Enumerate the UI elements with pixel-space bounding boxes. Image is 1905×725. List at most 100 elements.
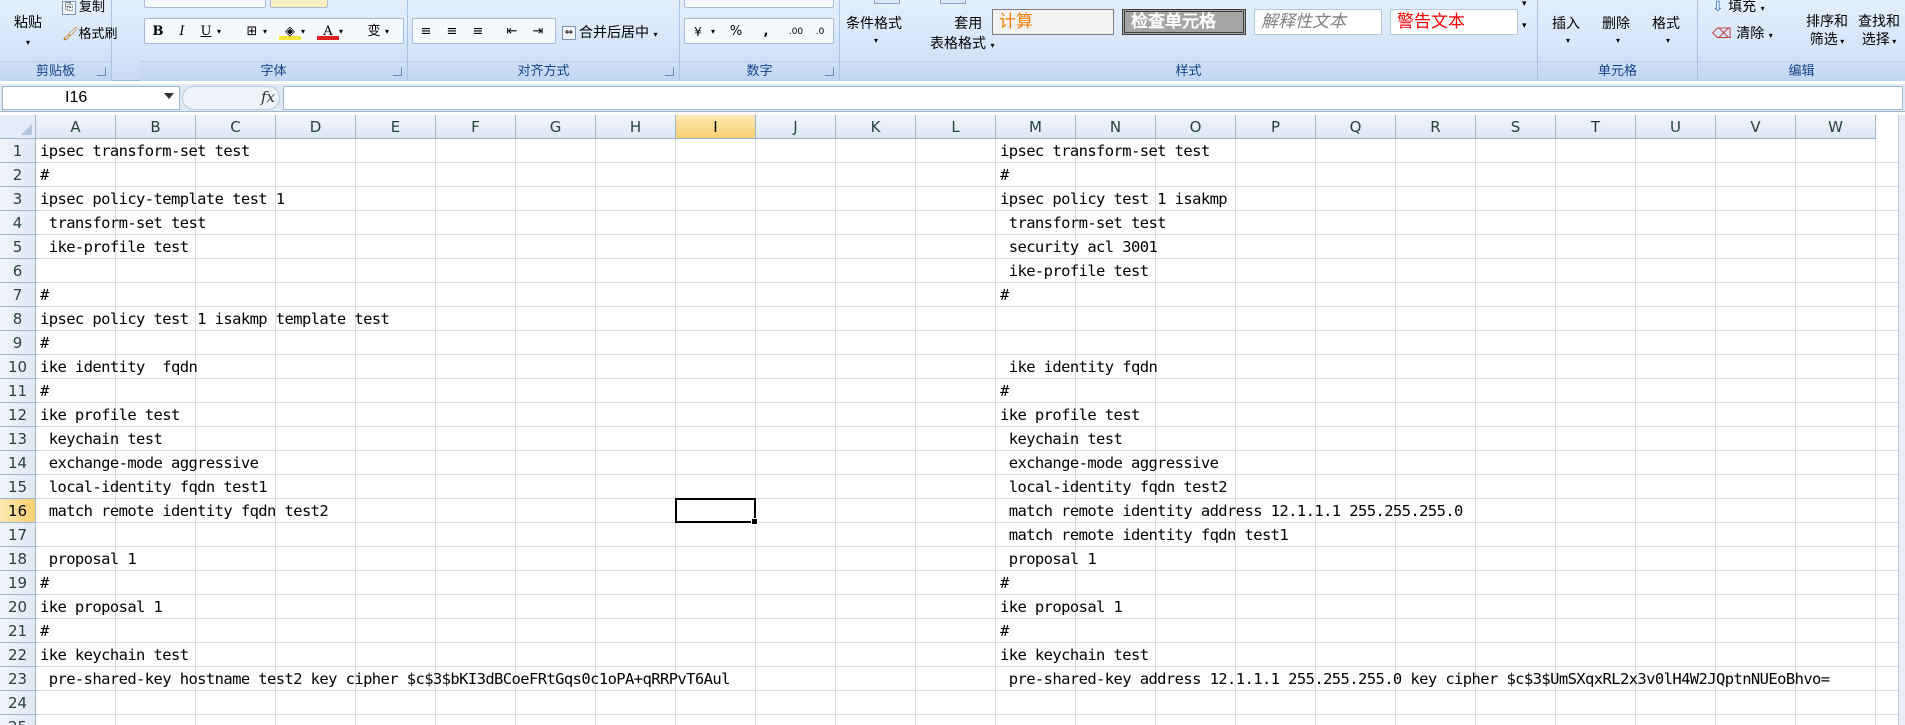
align-right-icon[interactable]: ≡ — [467, 22, 489, 42]
number-format-box[interactable] — [684, 0, 834, 8]
style-warning[interactable]: 警告文本 — [1390, 9, 1518, 35]
row-header-6[interactable]: 6 — [0, 259, 36, 283]
bold-button[interactable]: B — [147, 22, 169, 42]
column-header-m[interactable]: M — [996, 115, 1076, 139]
column-header-i[interactable]: I — [676, 115, 756, 139]
name-box-dropdown-icon[interactable] — [164, 93, 174, 99]
cell-a5[interactable]: ike-profile test — [40, 235, 189, 259]
column-header-b[interactable]: B — [116, 115, 196, 139]
cell-a15[interactable]: local-identity fqdn test1 — [40, 475, 268, 499]
column-header-d[interactable]: D — [276, 115, 356, 139]
cell-a16[interactable]: match remote identity fqdn test2 — [40, 499, 329, 523]
font-color-dropdown-icon[interactable]: ▾ — [335, 22, 347, 42]
cell-m14[interactable]: exchange-mode aggressive — [1000, 451, 1219, 475]
column-header-e[interactable]: E — [356, 115, 436, 139]
cell-a22[interactable]: ike keychain test — [40, 643, 189, 667]
column-header-w[interactable]: W — [1796, 115, 1876, 139]
cell-a4[interactable]: transform-set test — [40, 211, 207, 235]
column-header-q[interactable]: Q — [1316, 115, 1396, 139]
number-launcher-icon[interactable] — [825, 67, 834, 76]
paste-dropdown-icon[interactable]: ▾ — [26, 38, 30, 47]
column-header-o[interactable]: O — [1156, 115, 1236, 139]
column-header-u[interactable]: U — [1636, 115, 1716, 139]
column-header-p[interactable]: P — [1236, 115, 1316, 139]
italic-button[interactable]: I — [171, 22, 193, 42]
currency-icon[interactable]: ¥ — [687, 22, 709, 42]
cell-m15[interactable]: local-identity fqdn test2 — [1000, 475, 1228, 499]
insert-button[interactable]: 插入 — [1552, 13, 1580, 33]
cell-m4[interactable]: transform-set test — [1000, 211, 1167, 235]
column-header-h[interactable]: H — [596, 115, 676, 139]
cell-m22[interactable]: ike keychain test — [1000, 643, 1149, 667]
row-header-23[interactable]: 23 — [0, 667, 36, 691]
row-header-4[interactable]: 4 — [0, 211, 36, 235]
cell-m19[interactable]: # — [1000, 571, 1009, 595]
name-box[interactable]: I16 — [2, 86, 180, 110]
cell-m23[interactable]: pre-shared-key address 12.1.1.1 255.255.… — [1000, 667, 1830, 691]
row-header-18[interactable]: 18 — [0, 547, 36, 571]
font-size-box[interactable] — [270, 0, 328, 8]
cell-m7[interactable]: # — [1000, 283, 1009, 307]
insert-dropdown-icon[interactable]: ▾ — [1566, 36, 1570, 45]
cell-a20[interactable]: ike proposal 1 — [40, 595, 163, 619]
style-calc[interactable]: 计算 — [992, 9, 1114, 35]
font-launcher-icon[interactable] — [393, 67, 402, 76]
table-format-button[interactable]: 套用 表格格式 ▾ — [930, 13, 994, 53]
cell-a8[interactable]: ipsec policy test 1 isakmp template test — [40, 307, 390, 331]
row-header-11[interactable]: 11 — [0, 379, 36, 403]
find-select-button[interactable]: 查找和 选择 ▾ — [1858, 13, 1900, 51]
cell-a19[interactable]: # — [40, 571, 49, 595]
formula-input[interactable] — [283, 86, 1903, 110]
cell-a12[interactable]: ike profile test — [40, 403, 180, 427]
delete-dropdown-icon[interactable]: ▾ — [1616, 36, 1620, 45]
row-header-19[interactable]: 19 — [0, 571, 36, 595]
fill-color-dropdown-icon[interactable]: ▾ — [297, 22, 309, 42]
insert-function-icon[interactable]: fx — [261, 88, 275, 106]
column-header-s[interactable]: S — [1476, 115, 1556, 139]
row-header-16[interactable]: 16 — [0, 499, 36, 523]
column-header-a[interactable]: A — [36, 115, 116, 139]
column-header-f[interactable]: F — [436, 115, 516, 139]
active-cell[interactable] — [675, 498, 758, 525]
row-header-24[interactable]: 24 — [0, 691, 36, 715]
cell-a9[interactable]: # — [40, 331, 49, 355]
cell-a2[interactable]: # — [40, 163, 49, 187]
conditional-format-dropdown-icon[interactable]: ▾ — [874, 36, 878, 45]
increase-decimal-icon[interactable]: .00 — [785, 22, 807, 42]
row-header-14[interactable]: 14 — [0, 451, 36, 475]
clipboard-launcher-icon[interactable] — [97, 67, 106, 76]
cell-a18[interactable]: proposal 1 — [40, 547, 137, 571]
cell-m10[interactable]: ike identity fqdn — [1000, 355, 1158, 379]
row-header-10[interactable]: 10 — [0, 355, 36, 379]
row-header-1[interactable]: 1 — [0, 139, 36, 163]
cell-m20[interactable]: ike proposal 1 — [1000, 595, 1123, 619]
row-header-2[interactable]: 2 — [0, 163, 36, 187]
align-center-icon[interactable]: ≡ — [441, 22, 463, 42]
cell-a21[interactable]: # — [40, 619, 49, 643]
cell-m1[interactable]: ipsec transform-set test — [1000, 139, 1210, 163]
column-header-n[interactable]: N — [1076, 115, 1156, 139]
cell-m6[interactable]: ike-profile test — [1000, 259, 1149, 283]
currency-dropdown-icon[interactable]: ▾ — [707, 22, 719, 42]
style-explanatory[interactable]: 解释性文本 — [1254, 9, 1382, 35]
vertical-scrollbar[interactable] — [1898, 115, 1905, 725]
fill-button[interactable]: ⇩ 填充 ▾ — [1712, 0, 1765, 16]
copy-button[interactable]: ⎘ 复制 — [62, 0, 105, 15]
cell-m5[interactable]: security acl 3001 — [1000, 235, 1158, 259]
cell-m3[interactable]: ipsec policy test 1 isakmp — [1000, 187, 1228, 211]
column-header-g[interactable]: G — [516, 115, 596, 139]
format-button[interactable]: 格式 — [1652, 13, 1680, 33]
row-header-5[interactable]: 5 — [0, 235, 36, 259]
decrease-indent-icon[interactable]: ⇤ — [501, 22, 523, 42]
cell-m11[interactable]: # — [1000, 379, 1009, 403]
row-header-22[interactable]: 22 — [0, 643, 36, 667]
cell-a3[interactable]: ipsec policy-template test 1 — [40, 187, 285, 211]
row-header-7[interactable]: 7 — [0, 283, 36, 307]
comma-button[interactable]: , — [755, 22, 777, 42]
cell-m17[interactable]: match remote identity fqdn test1 — [1000, 523, 1289, 547]
styles-scroll-up-icon[interactable]: ▾ — [1522, 0, 1527, 9]
select-all-corner[interactable] — [0, 115, 36, 139]
sort-filter-button[interactable]: 排序和 筛选 ▾ — [1806, 13, 1848, 51]
phonetic-dropdown-icon[interactable]: ▾ — [381, 22, 393, 42]
increase-indent-icon[interactable]: ⇥ — [527, 22, 549, 42]
